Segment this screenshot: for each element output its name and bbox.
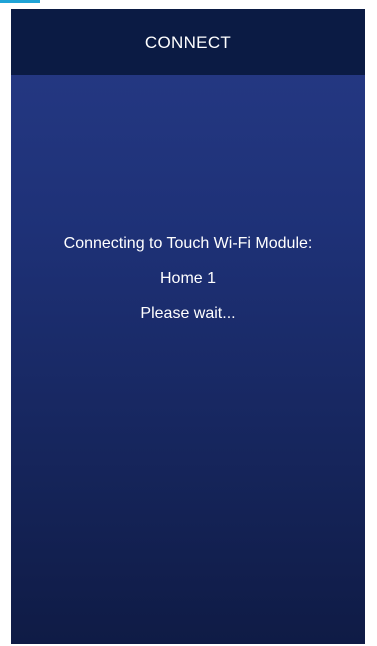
connection-status-text: Connecting to Touch Wi-Fi Module:: [63, 235, 313, 252]
page-title: CONNECT: [144, 33, 232, 52]
header-bar: CONNECT: [11, 9, 365, 75]
window-corner-accent: [0, 0, 40, 3]
connect-screen: CONNECT Connecting to Touch Wi-Fi Module…: [11, 9, 365, 644]
wait-message: Please wait...: [140, 305, 236, 322]
connection-status-panel: Connecting to Touch Wi-Fi Module: Home 1…: [11, 235, 365, 323]
network-name: Home 1: [159, 270, 217, 287]
